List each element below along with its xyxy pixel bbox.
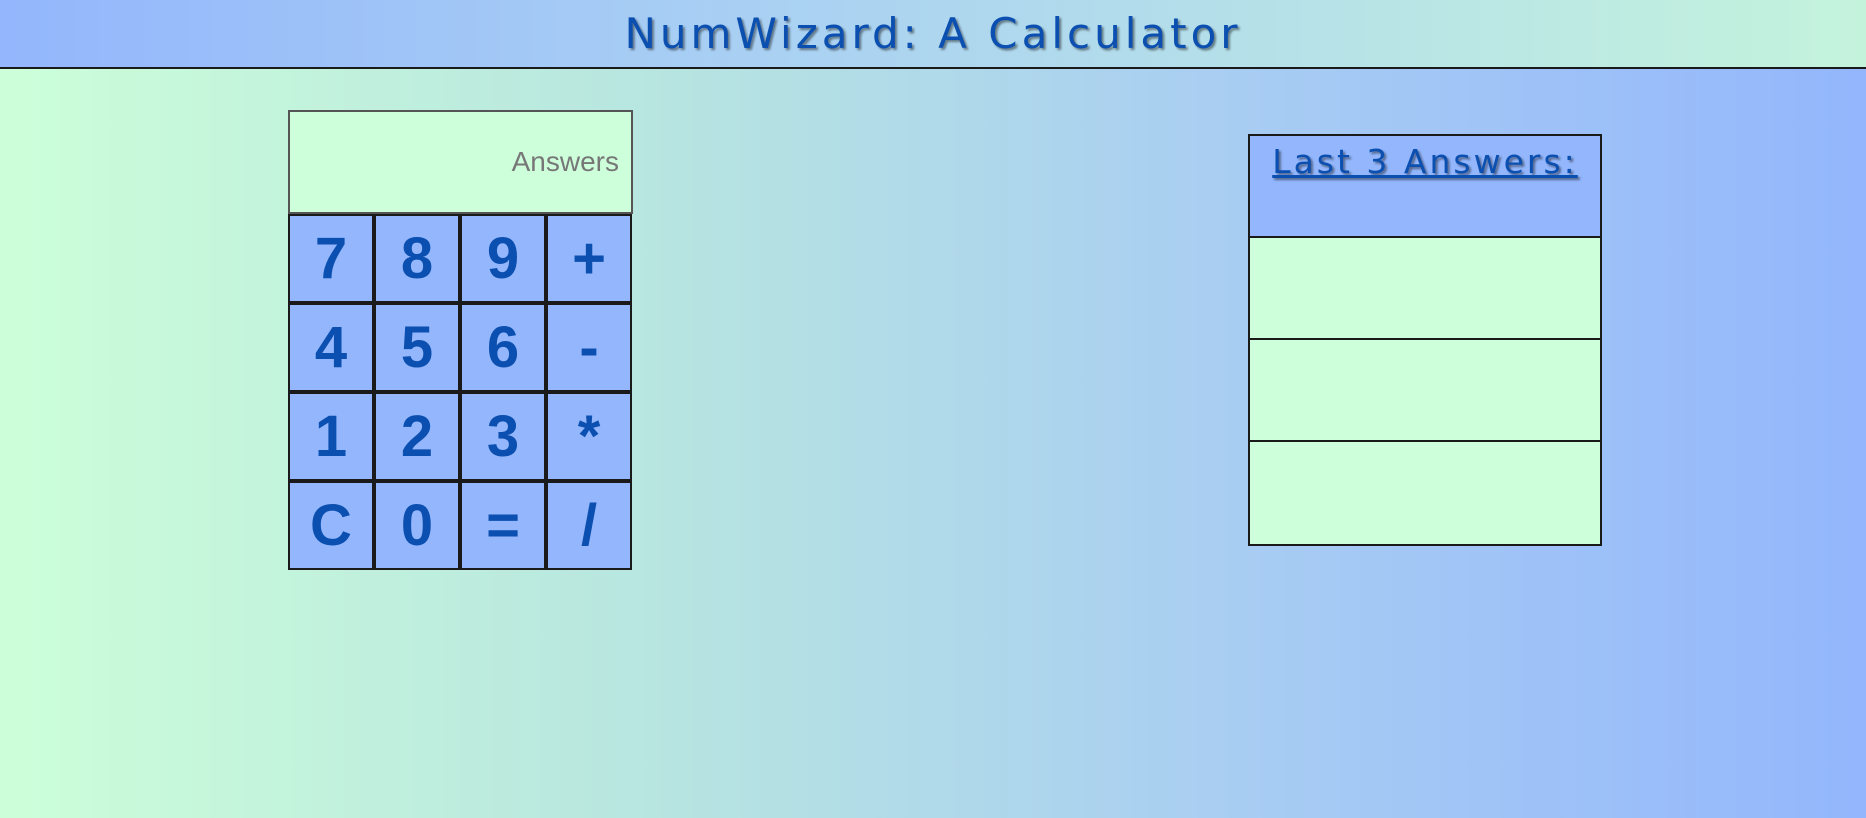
key-9-button[interactable]: 9: [460, 214, 546, 303]
add-button[interactable]: +: [546, 214, 632, 303]
history-header: Last 3 Answers:: [1250, 136, 1600, 238]
answer-history-panel: Last 3 Answers:: [1248, 134, 1602, 546]
page-title: NumWizard: A Calculator: [624, 9, 1242, 58]
answer-display[interactable]: [288, 110, 633, 214]
divide-button[interactable]: /: [546, 481, 632, 570]
multiply-button[interactable]: *: [546, 392, 632, 481]
keypad: 7 8 9 + 4 5 6 - 1 2 3 * C 0 = /: [288, 214, 633, 570]
history-title: Last 3 Answers:: [1272, 142, 1578, 181]
history-answer-1: [1250, 238, 1600, 340]
key-0-button[interactable]: 0: [374, 481, 460, 570]
key-3-button[interactable]: 3: [460, 392, 546, 481]
key-8-button[interactable]: 8: [374, 214, 460, 303]
key-6-button[interactable]: 6: [460, 303, 546, 392]
clear-button[interactable]: C: [288, 481, 374, 570]
key-5-button[interactable]: 5: [374, 303, 460, 392]
key-2-button[interactable]: 2: [374, 392, 460, 481]
calculator: 7 8 9 + 4 5 6 - 1 2 3 * C 0 = /: [288, 110, 633, 570]
history-answer-2: [1250, 340, 1600, 442]
key-7-button[interactable]: 7: [288, 214, 374, 303]
page-header: NumWizard: A Calculator: [0, 0, 1866, 69]
key-4-button[interactable]: 4: [288, 303, 374, 392]
equals-button[interactable]: =: [460, 481, 546, 570]
subtract-button[interactable]: -: [546, 303, 632, 392]
history-answer-3: [1250, 442, 1600, 544]
key-1-button[interactable]: 1: [288, 392, 374, 481]
